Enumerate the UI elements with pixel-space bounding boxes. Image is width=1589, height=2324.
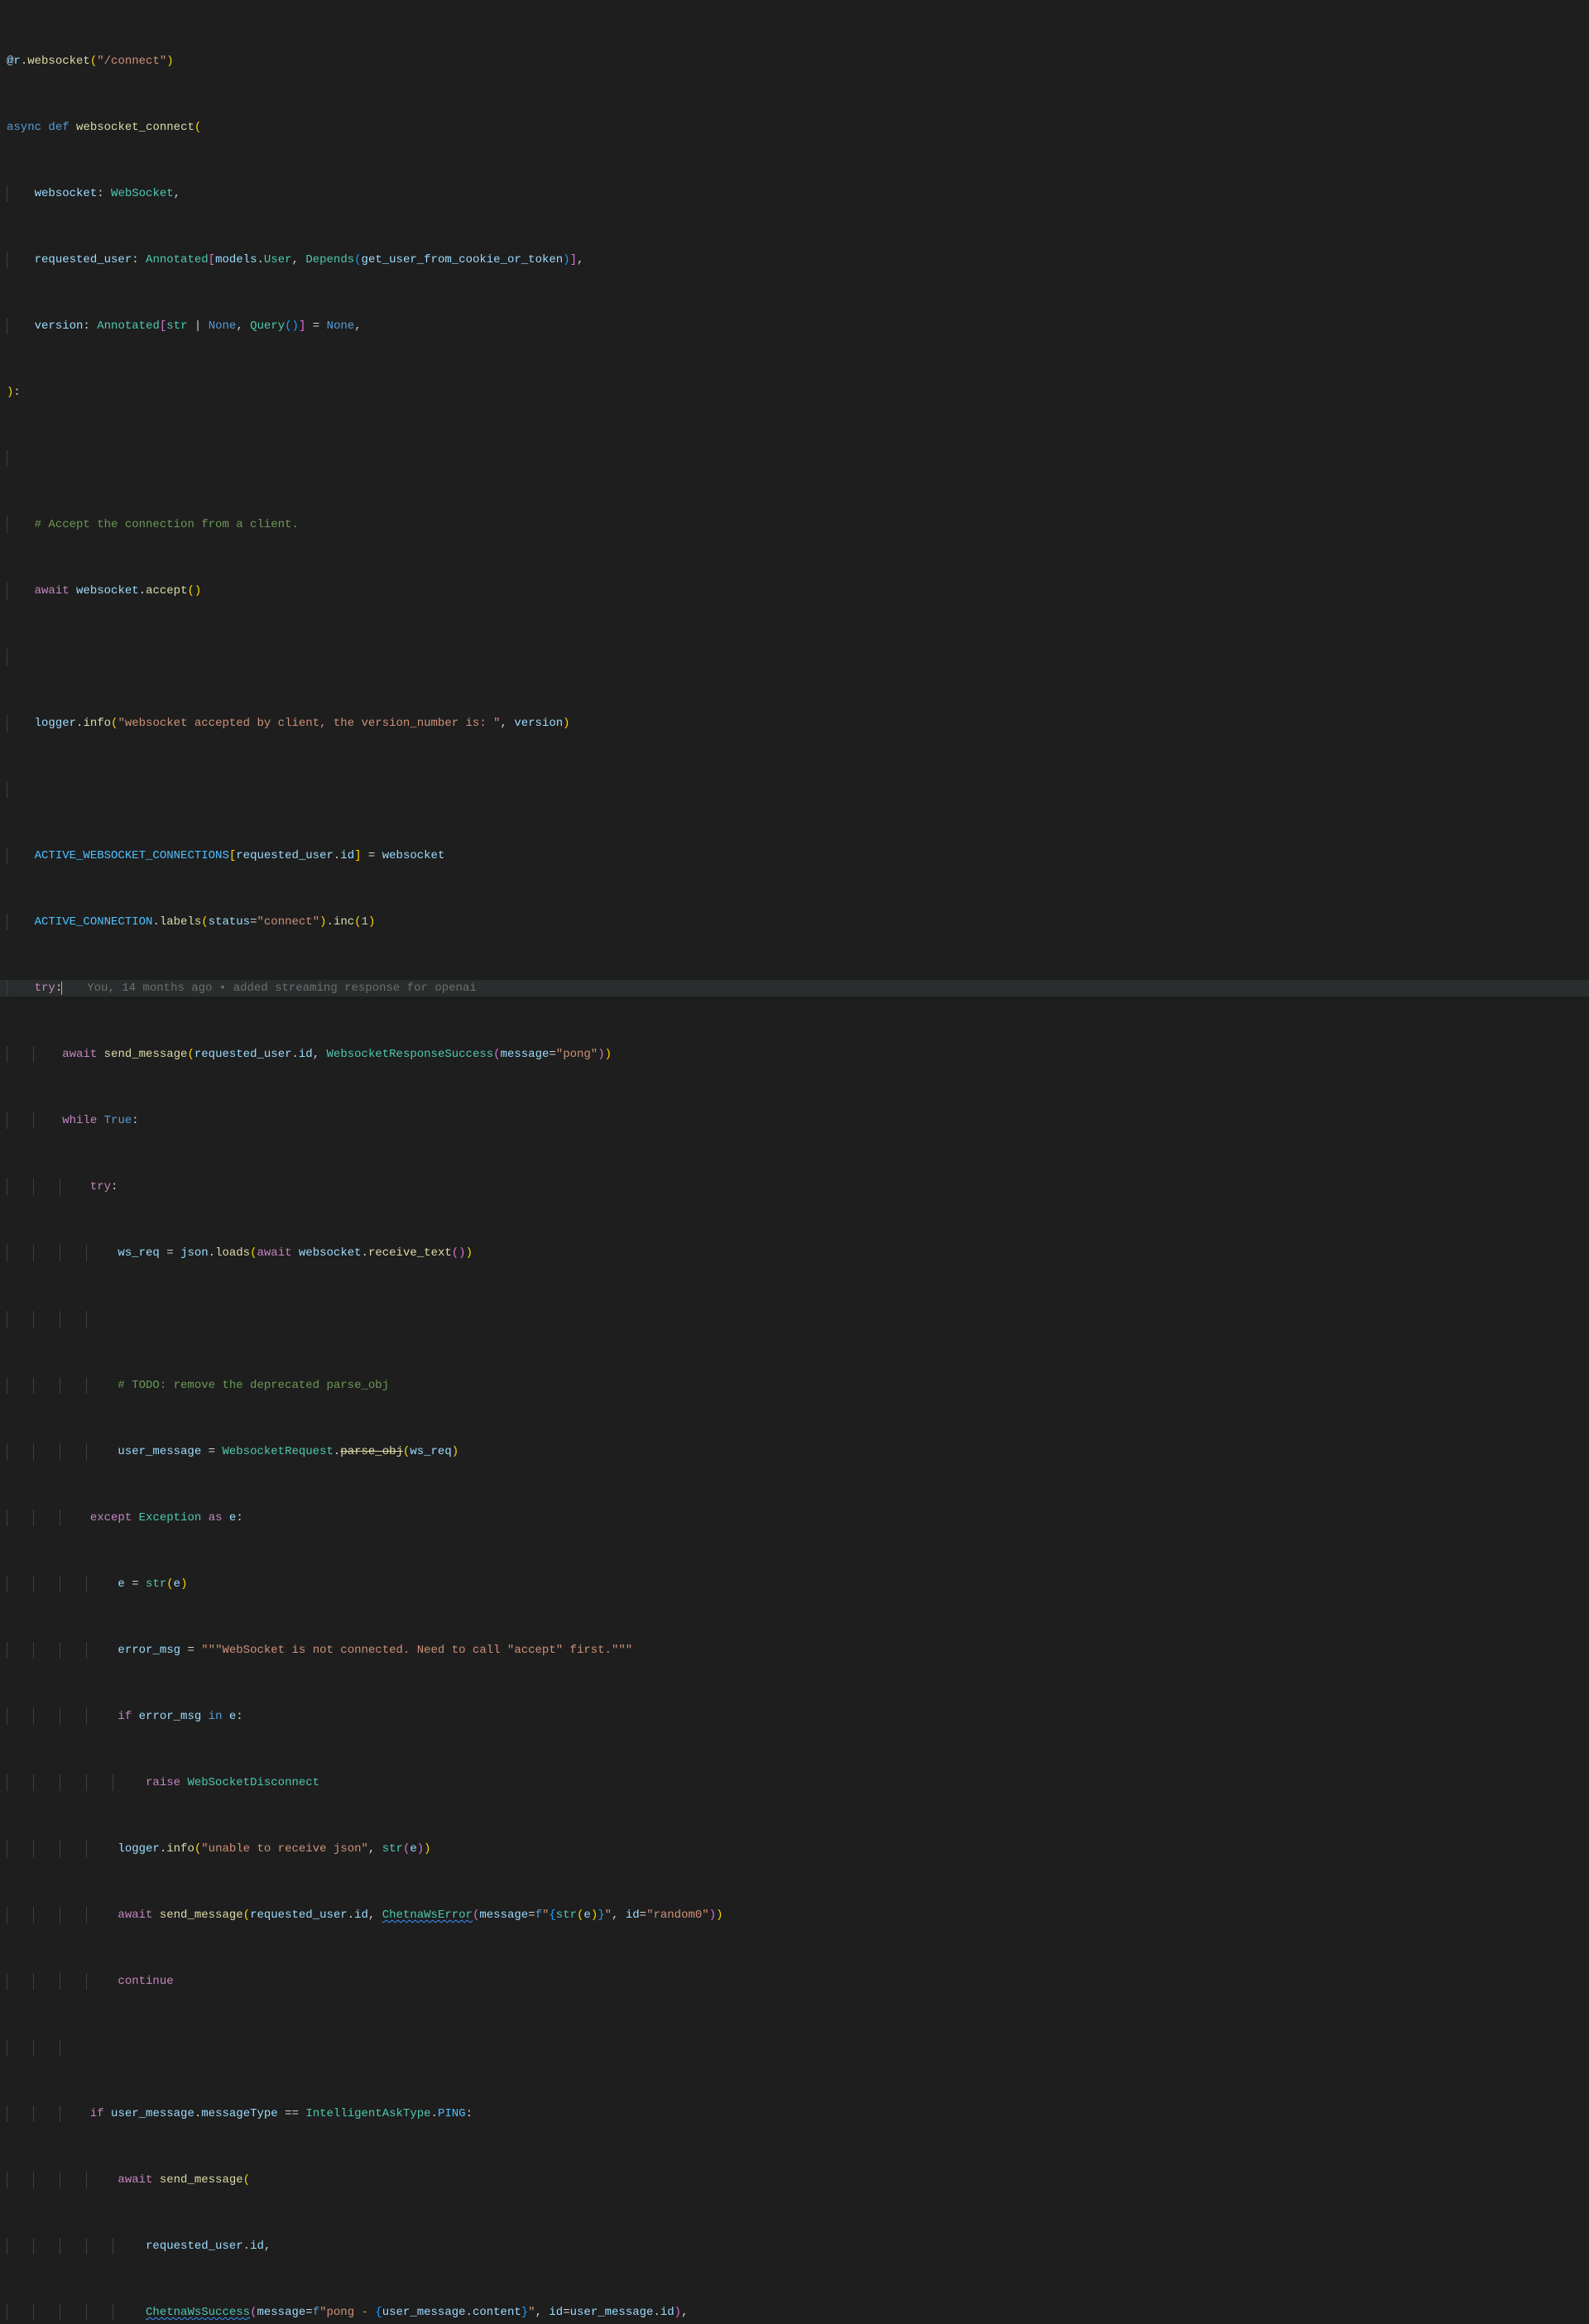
code-line[interactable] (0, 649, 1589, 665)
code-line[interactable]: logger.info("unable to receive json", st… (0, 1841, 1589, 1857)
code-editor[interactable]: @r.websocket("/connect") async def webso… (0, 0, 1589, 2324)
hint-underline: ChetnaWsSuccess (146, 2306, 250, 2319)
code-line[interactable]: ACTIVE_CONNECTION.labels(status="connect… (0, 914, 1589, 930)
code-line[interactable]: user_message = WebsocketRequest.parse_ob… (0, 1443, 1589, 1460)
code-line[interactable] (0, 2039, 1589, 2056)
code-line[interactable]: ACTIVE_WEBSOCKET_CONNECTIONS[requested_u… (0, 847, 1589, 864)
git-blame-codelens[interactable]: You, 14 months ago • added streaming res… (62, 982, 477, 995)
code-line[interactable]: except Exception as e: (0, 1510, 1589, 1526)
code-line[interactable]: requested_user.id, (0, 2238, 1589, 2254)
code-line[interactable]: await send_message( (0, 2172, 1589, 2188)
code-line[interactable]: ): (0, 384, 1589, 401)
code-line[interactable]: error_msg = """WebSocket is not connecte… (0, 1642, 1589, 1659)
code-line[interactable]: async def websocket_connect( (0, 119, 1589, 136)
code-line[interactable]: # Accept the connection from a client. (0, 516, 1589, 533)
hint-underline: ChetnaWsError (382, 1909, 473, 1922)
decorator: @r (7, 55, 21, 68)
code-line[interactable]: e = str(e) (0, 1576, 1589, 1592)
code-line[interactable]: websocket: WebSocket, (0, 185, 1589, 202)
code-line[interactable]: await websocket.accept() (0, 583, 1589, 599)
code-line[interactable]: ChetnaWsSuccess(message=f"pong - {user_m… (0, 2304, 1589, 2321)
todo-comment: # TODO: remove the deprecated parse_obj (118, 1379, 389, 1392)
deprecated-method: parse_obj (340, 1445, 403, 1458)
code-line[interactable]: continue (0, 1973, 1589, 1990)
code-line-current[interactable]: try:You, 14 months ago • added streaming… (0, 980, 1589, 996)
code-line[interactable]: logger.info("websocket accepted by clien… (0, 715, 1589, 732)
code-line[interactable]: if user_message.messageType == Intellige… (0, 2106, 1589, 2122)
code-line[interactable]: try: (0, 1179, 1589, 1195)
code-line[interactable]: if error_msg in e: (0, 1708, 1589, 1725)
code-line[interactable]: while True: (0, 1112, 1589, 1129)
code-line[interactable]: await send_message(requested_user.id, Ch… (0, 1907, 1589, 1923)
code-line[interactable]: @r.websocket("/connect") (0, 53, 1589, 70)
code-line[interactable]: raise WebSocketDisconnect (0, 1774, 1589, 1791)
comment: # Accept the connection from a client. (35, 518, 299, 531)
code-line[interactable]: ws_req = json.loads(await websocket.rece… (0, 1245, 1589, 1261)
code-line[interactable]: # TODO: remove the deprecated parse_obj (0, 1377, 1589, 1394)
code-line[interactable]: requested_user: Annotated[models.User, D… (0, 252, 1589, 268)
code-line[interactable]: version: Annotated[str | None, Query()] … (0, 318, 1589, 334)
code-line[interactable]: await send_message(requested_user.id, We… (0, 1046, 1589, 1063)
code-line[interactable] (0, 1311, 1589, 1328)
code-line[interactable] (0, 450, 1589, 467)
code-line[interactable] (0, 781, 1589, 798)
